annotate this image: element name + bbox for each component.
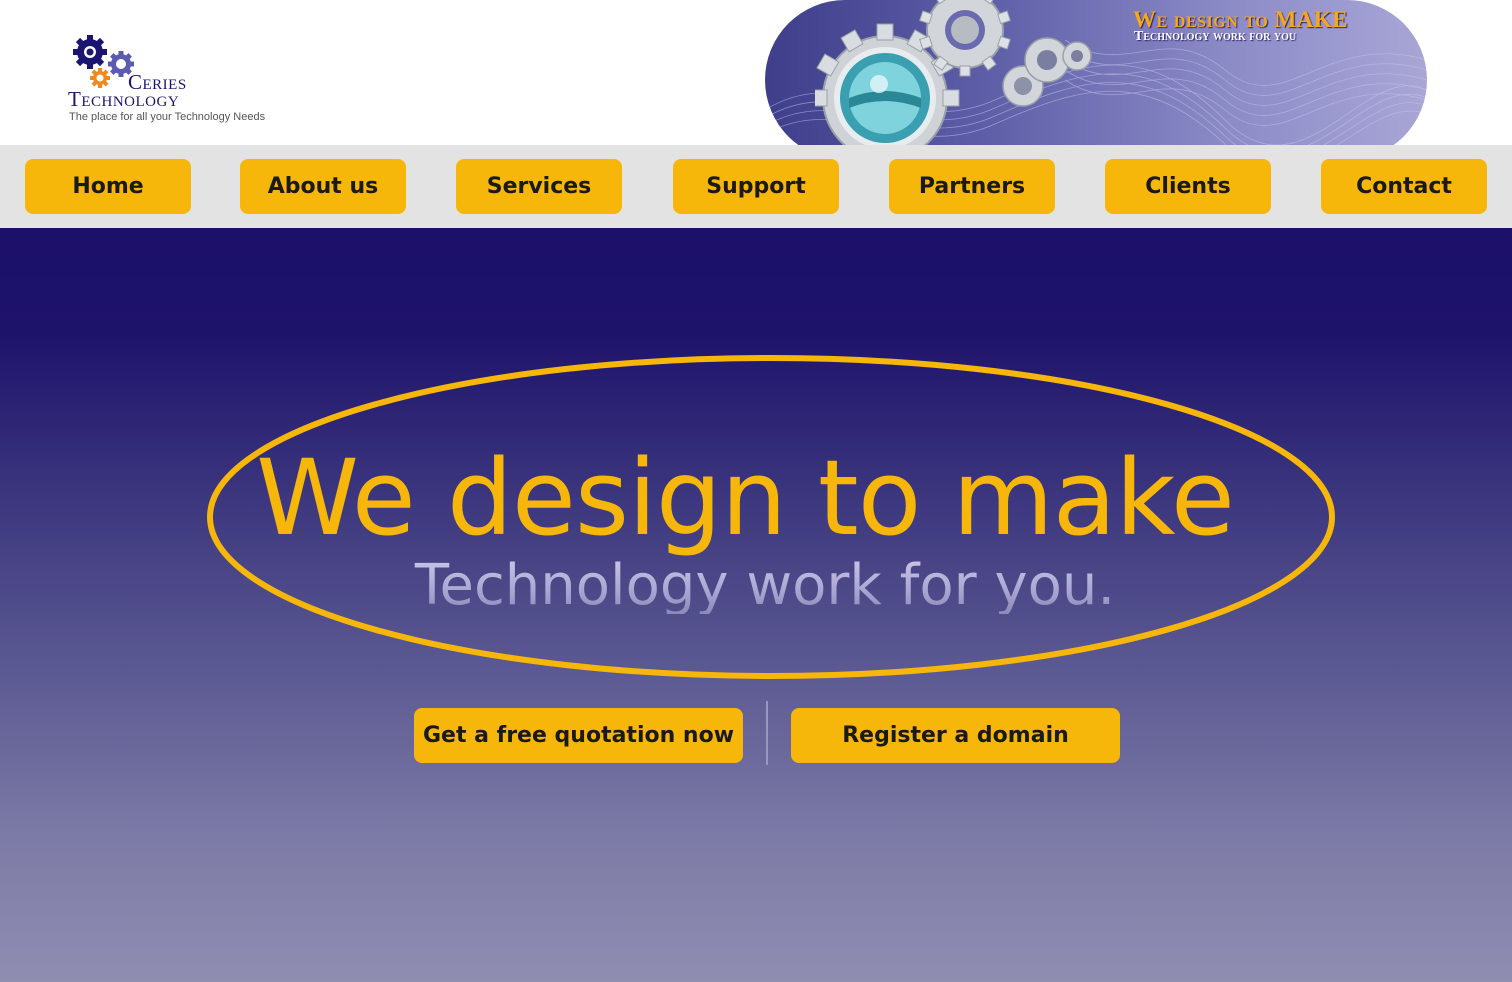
header-banner: We design to MAKE Technology work for yo… bbox=[765, 0, 1427, 145]
hero-headline: We design to make bbox=[256, 437, 1235, 559]
logo-tagline: The place for all your Technology Needs bbox=[69, 111, 266, 123]
nav-support-button[interactable]: Support bbox=[673, 159, 839, 214]
nav-contact-button[interactable]: Contact bbox=[1321, 159, 1487, 214]
site-logo[interactable]: Ceries Technology The place for all your… bbox=[68, 34, 328, 129]
main-nav: Home About us Services Support Partners … bbox=[0, 145, 1512, 228]
nav-services-button[interactable]: Services bbox=[456, 159, 622, 214]
cta-divider bbox=[766, 701, 768, 765]
nav-partners-button[interactable]: Partners bbox=[889, 159, 1055, 214]
nav-about-button[interactable]: About us bbox=[240, 159, 406, 214]
hero-subheadline: Technology work for you. bbox=[0, 558, 1512, 614]
logo-name-line2: Technology bbox=[68, 87, 180, 111]
nav-clients-button[interactable]: Clients bbox=[1105, 159, 1271, 214]
site-header: Ceries Technology The place for all your… bbox=[0, 0, 1512, 145]
banner-subtitle: Technology work for you bbox=[1134, 29, 1297, 44]
gears-illustration-icon bbox=[815, 0, 1092, 145]
banner-background: We design to MAKE Technology work for yo… bbox=[765, 0, 1427, 145]
free-quotation-button[interactable]: Get a free quotation now bbox=[414, 708, 743, 763]
banner-title: We design to MAKE bbox=[1133, 7, 1349, 32]
hero-section: We design to make Technology work for yo… bbox=[0, 228, 1512, 982]
nav-home-button[interactable]: Home bbox=[25, 159, 191, 214]
register-domain-button[interactable]: Register a domain bbox=[791, 708, 1120, 763]
